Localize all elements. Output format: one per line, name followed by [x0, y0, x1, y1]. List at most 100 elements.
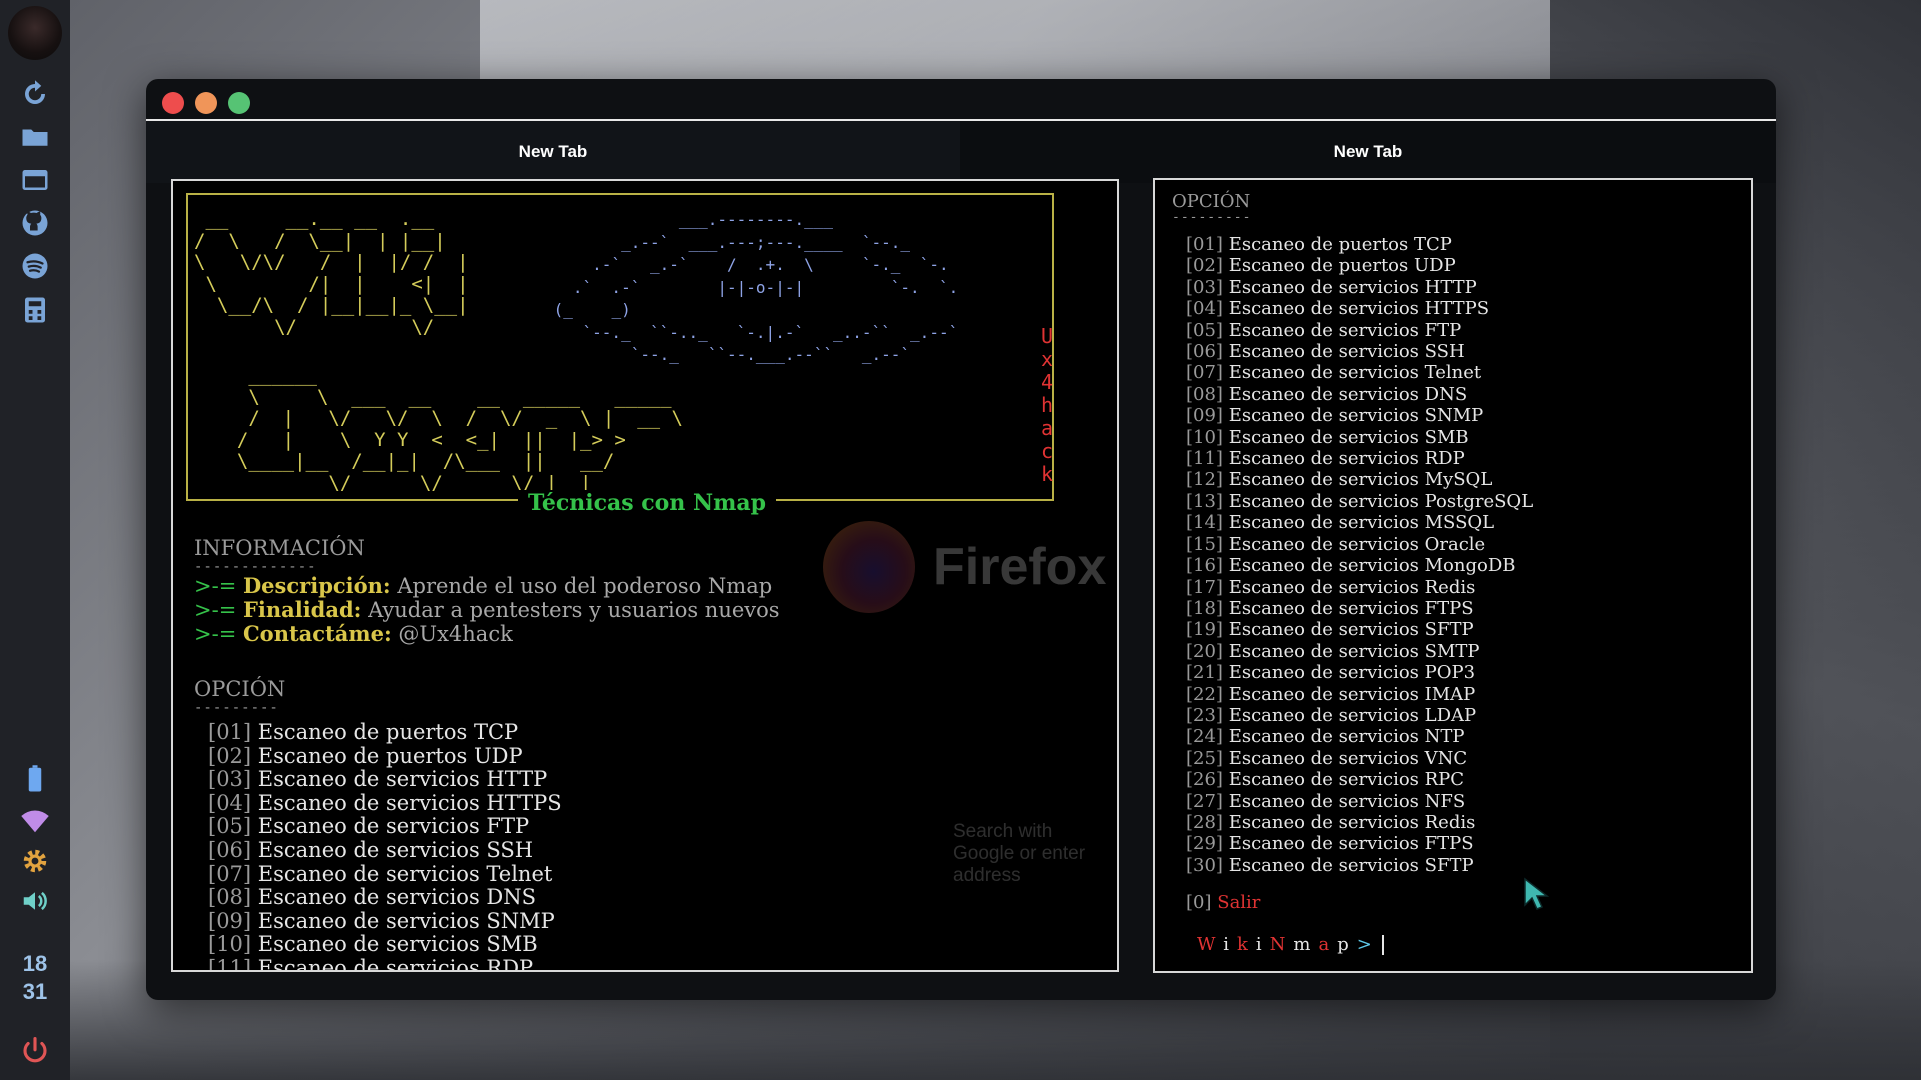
option-row[interactable]: [27] Escaneo de servicios NFS	[1186, 791, 1533, 812]
option-number: [23]	[1186, 704, 1223, 726]
option-row[interactable]: [06] Escaneo de servicios SSH	[208, 838, 562, 863]
info-rule: -------------	[194, 559, 317, 575]
github-icon[interactable]	[17, 207, 53, 239]
refresh-icon[interactable]	[17, 78, 53, 110]
option-row[interactable]: [04] Escaneo de servicios HTTPS	[1186, 298, 1533, 319]
option-label: Escaneo de servicios DNS	[257, 885, 536, 910]
option-row[interactable]: [07] Escaneo de servicios Telnet	[208, 861, 562, 887]
tab-right[interactable]: New Tab	[960, 121, 1776, 183]
close-window-button[interactable]	[162, 92, 184, 114]
option-row[interactable]: [02] Escaneo de puertos UDP	[1186, 255, 1533, 276]
option-label: Escaneo de servicios FTP	[257, 814, 530, 839]
option-number: [10]	[1186, 426, 1223, 448]
option-row[interactable]: [12] Escaneo de servicios MySQL	[1186, 469, 1533, 490]
option-row[interactable]: [28] Escaneo de servicios Redis	[1186, 812, 1533, 833]
info-key: Descripción:	[242, 573, 391, 598]
info-contact: >-= Contactáme: @Ux4hack	[194, 621, 513, 647]
option-row[interactable]: [14] Escaneo de servicios MSSQL	[1186, 512, 1533, 533]
minimize-window-button[interactable]	[195, 92, 217, 114]
option-row[interactable]: [03] Escaneo de servicios HTTP	[208, 767, 562, 792]
option-number: [17]	[1186, 576, 1223, 598]
option-number: [07]	[208, 861, 252, 886]
option-row[interactable]: [05] Escaneo de servicios FTP	[208, 815, 562, 839]
option-number: [19]	[1186, 619, 1223, 641]
option-row[interactable]: [07] Escaneo de servicios Telnet	[1186, 362, 1533, 383]
battery-icon[interactable]	[17, 763, 53, 795]
option-row[interactable]: [06] Escaneo de servicios SSH	[1186, 341, 1533, 362]
option-row[interactable]: [15] Escaneo de servicios Oracle	[1186, 534, 1533, 555]
option-row[interactable]: [21] Escaneo de servicios POP3	[1186, 662, 1533, 683]
vert-char: a	[1040, 416, 1054, 440]
option-row[interactable]: [11] Escaneo de servicios RDP	[208, 956, 562, 970]
option-row[interactable]: [20] Escaneo de servicios SMTP	[1186, 641, 1533, 662]
option-row[interactable]: [09] Escaneo de servicios SNMP	[208, 908, 562, 934]
option-number: [09]	[208, 908, 252, 933]
option-row[interactable]: [17] Escaneo de servicios Redis	[1186, 577, 1533, 598]
tab-left[interactable]: New Tab	[146, 121, 960, 183]
option-row[interactable]: [22] Escaneo de servicios IMAP	[1186, 684, 1533, 705]
option-number: [02]	[208, 743, 252, 768]
gear-icon[interactable]	[17, 845, 53, 877]
clock-minute: 31	[22, 979, 48, 1004]
prompt-char: i	[1255, 934, 1270, 955]
terminal-pane-left[interactable]: __ __.__ __ .__ / \ / \__| | |__| \ \/\/…	[171, 179, 1119, 972]
option-row[interactable]: [11] Escaneo de servicios RDP	[1186, 448, 1533, 469]
tab-left-label: New Tab	[518, 142, 588, 161]
ascii-art-nmap: ______ \ \ ___ __ __ _____ _____ / | \/ …	[236, 364, 683, 494]
option-label: Escaneo de servicios MySQL	[1228, 469, 1493, 491]
option-row[interactable]: [23] Escaneo de servicios LDAP	[1186, 705, 1533, 726]
folder-icon[interactable]	[17, 121, 53, 153]
option-label: Escaneo de servicios HTTP	[1228, 276, 1477, 298]
option-row[interactable]: [01] Escaneo de puertos TCP	[208, 720, 562, 745]
option-number: [13]	[1186, 490, 1223, 512]
option-row[interactable]: [01] Escaneo de puertos TCP	[1186, 234, 1533, 255]
maximize-window-button[interactable]	[228, 92, 250, 114]
option-row[interactable]: [16] Escaneo de servicios MongoDB	[1186, 555, 1533, 576]
wifi-icon[interactable]	[17, 805, 53, 837]
option-row[interactable]: [30] Escaneo de servicios SFTP	[1186, 855, 1533, 876]
option-row[interactable]: [02] Escaneo de puertos UDP	[208, 743, 562, 769]
option-row[interactable]: [05] Escaneo de servicios FTP	[1186, 320, 1533, 341]
ux4hack-vertical: U x 4 h a c k	[1037, 325, 1057, 486]
option-row[interactable]: [08] Escaneo de servicios DNS	[1186, 384, 1533, 405]
exit-label: Salir	[1217, 892, 1261, 913]
vert-char: U	[1040, 324, 1054, 348]
option-label: Escaneo de servicios FTPS	[1228, 597, 1474, 619]
option-number: [03]	[208, 767, 252, 792]
banner-title: Técnicas con Nmap	[518, 490, 777, 516]
exit-option[interactable]: [0] Salir	[1186, 892, 1260, 913]
option-row[interactable]: [08] Escaneo de servicios DNS	[208, 885, 562, 910]
terminal-pane-right[interactable]: OPCIÓN --------- [01] Escaneo de puertos…	[1153, 178, 1753, 973]
option-row[interactable]: [29] Escaneo de servicios FTPS	[1186, 833, 1533, 854]
option-row[interactable]: [25] Escaneo de servicios VNC	[1186, 748, 1533, 769]
option-row[interactable]: [18] Escaneo de servicios FTPS	[1186, 598, 1533, 619]
option-label: Escaneo de servicios DNS	[1228, 383, 1468, 405]
option-label: Escaneo de servicios MSSQL	[1228, 512, 1495, 534]
option-number: [08]	[208, 885, 252, 910]
option-row[interactable]: [13] Escaneo de servicios PostgreSQL	[1186, 491, 1533, 512]
calculator-icon[interactable]	[17, 294, 53, 326]
option-row[interactable]: [19] Escaneo de servicios SFTP	[1186, 619, 1533, 640]
option-row[interactable]: [03] Escaneo de servicios HTTP	[1186, 277, 1533, 298]
option-number: [01]	[1186, 234, 1223, 255]
clock: 18 31	[0, 950, 70, 1006]
window-icon[interactable]	[17, 164, 53, 196]
option-number: [22]	[1186, 683, 1223, 705]
option-row[interactable]: [04] Escaneo de servicios HTTPS	[208, 791, 562, 816]
terminal-window: New Tab New Tab __ __.__ __ .__ / \ / \_…	[146, 79, 1776, 1000]
option-row[interactable]: [10] Escaneo de servicios SMB	[208, 933, 562, 957]
command-prompt[interactable]: WikiNmap>	[1197, 934, 1384, 955]
option-row[interactable]: [26] Escaneo de servicios RPC	[1186, 769, 1533, 790]
hooded-avatar-icon[interactable]	[8, 6, 62, 60]
option-row[interactable]: [10] Escaneo de servicios SMB	[1186, 427, 1533, 448]
info-key: Contactáme:	[242, 621, 392, 646]
ascii-art-wiki: __ __.__ __ .__ / \ / \__| | |__| \ \/\/…	[194, 208, 469, 338]
power-icon[interactable]	[17, 1035, 53, 1067]
option-row[interactable]: [24] Escaneo de servicios NTP	[1186, 726, 1533, 747]
option-number: [18]	[1186, 597, 1223, 619]
option-label: Escaneo de servicios SSH	[1228, 341, 1465, 363]
option-row[interactable]: [09] Escaneo de servicios SNMP	[1186, 405, 1533, 426]
option-label: Escaneo de servicios Redis	[1228, 576, 1476, 598]
spotify-icon[interactable]	[17, 250, 53, 282]
volume-icon[interactable]	[17, 885, 53, 917]
